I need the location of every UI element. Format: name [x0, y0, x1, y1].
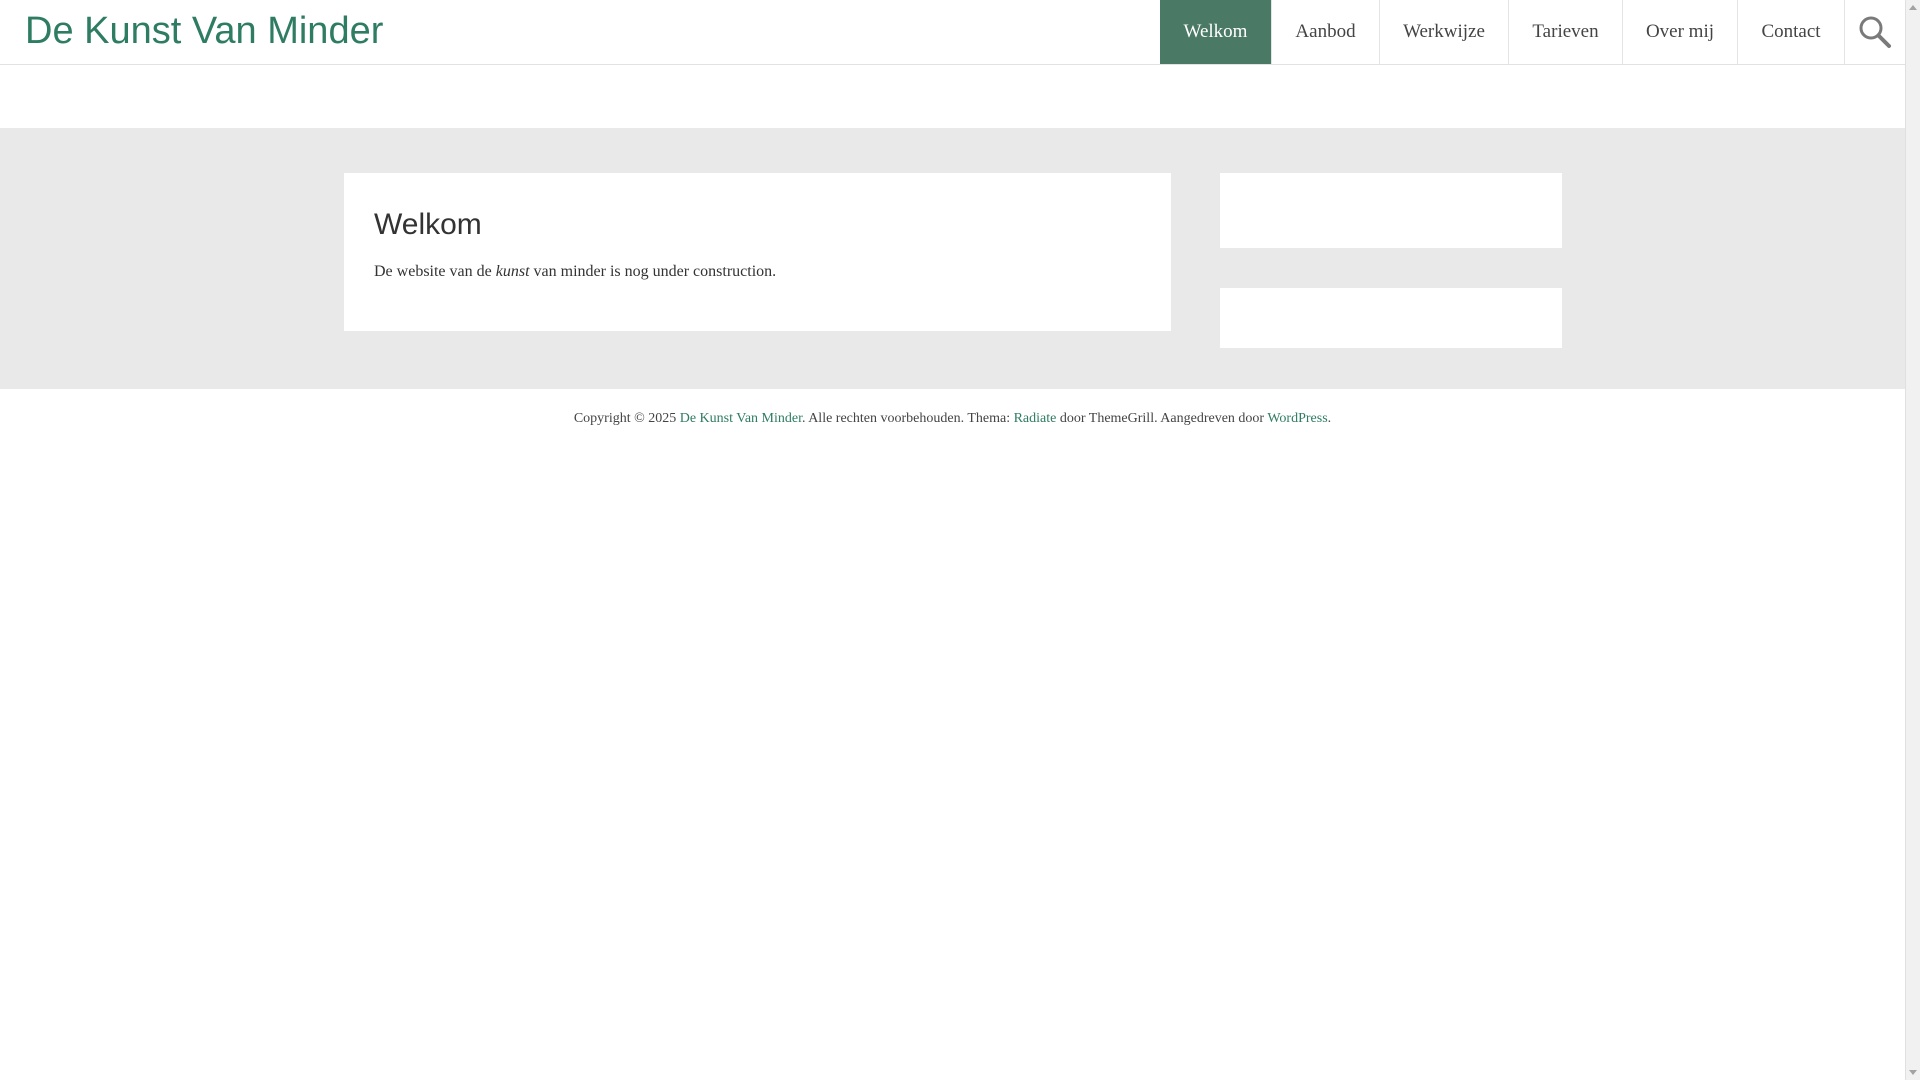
search-icon — [1859, 16, 1891, 48]
main-nav: Welkom Aanbod Werkwijze Tarieven Over mi… — [1160, 0, 1905, 64]
scroll-up-arrow-icon[interactable] — [1909, 5, 1917, 10]
article-text-emphasis: kunst — [495, 263, 530, 280]
sidebar-widget-2 — [1220, 288, 1562, 348]
nav-item-over-mij[interactable]: Over mij — [1622, 0, 1737, 64]
site-header: De Kunst Van Minder Welkom Aanbod Werkwi… — [0, 0, 1905, 65]
nav-item-tarieven[interactable]: Tarieven — [1508, 0, 1622, 64]
article-text-after: van minder is nog under construction. — [529, 263, 777, 280]
search-button[interactable] — [1844, 0, 1905, 64]
footer-prefix: Copyright © 2025 — [573, 411, 680, 426]
site-title-link[interactable]: De Kunst Van Minder — [25, 8, 383, 54]
article-text: De website van de kunst van minder is no… — [374, 261, 1141, 283]
footer-suffix: . — [1327, 411, 1332, 426]
article-text-before: De website van de — [374, 263, 496, 280]
footer-middle: . Alle rechten voorbehouden. Thema: — [801, 411, 1014, 426]
nav-item-aanbod[interactable]: Aanbod — [1271, 0, 1379, 64]
nav-item-contact[interactable]: Contact — [1737, 0, 1844, 64]
page: De Kunst Van Minder Welkom Aanbod Werkwi… — [0, 0, 1905, 1080]
site-footer: Copyright © 2025 De Kunst Van Minder. Al… — [0, 389, 1905, 449]
footer-site-link[interactable]: De Kunst Van Minder — [680, 411, 802, 426]
footer-theme-link[interactable]: Radiate — [1014, 411, 1057, 426]
page-title: Welkom — [374, 208, 482, 241]
sidebar-widget-1 — [1220, 173, 1562, 248]
scroll-down-arrow-icon[interactable] — [1909, 1070, 1917, 1075]
vertical-scrollbar[interactable] — [1905, 0, 1920, 1080]
nav-item-welkom[interactable]: Welkom — [1160, 0, 1271, 64]
main-article: Welkom De website van de kunst van minde… — [344, 173, 1171, 331]
footer-wordpress-link[interactable]: WordPress — [1267, 411, 1327, 426]
nav-item-werkwijze[interactable]: Werkwijze — [1379, 0, 1508, 64]
footer-by: door ThemeGrill. Aangedreven door — [1056, 411, 1268, 426]
